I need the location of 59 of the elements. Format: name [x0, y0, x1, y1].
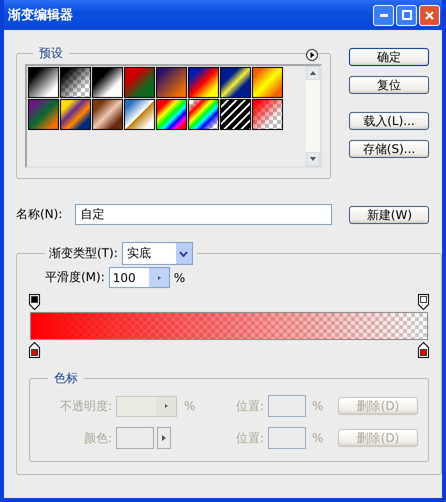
gradient-swatch[interactable]	[252, 67, 283, 98]
maximize-icon	[402, 10, 412, 20]
gradient-swatch[interactable]	[156, 67, 187, 98]
opacity-field[interactable]	[116, 396, 177, 416]
field-label: 渐变类型(T):	[49, 245, 118, 262]
scroll-bar[interactable]	[306, 66, 320, 166]
color-stop-handle[interactable]	[418, 342, 429, 358]
gradient-swatch[interactable]	[188, 67, 219, 98]
gradient-swatch[interactable]	[60, 99, 91, 130]
field-label: 名称(N):	[16, 206, 62, 223]
unit-label: %	[183, 399, 196, 413]
minimize-button[interactable]	[373, 4, 394, 26]
dialog-button[interactable]: 载入(L)...	[349, 112, 429, 130]
gradient-swatch[interactable]	[28, 99, 59, 130]
chevron-down-icon	[179, 250, 188, 256]
section-title: 预设	[38, 45, 64, 62]
gradient-swatch[interactable]	[252, 99, 283, 130]
minimize-icon	[380, 14, 388, 16]
unit-label: %	[311, 399, 324, 413]
gradient-swatch[interactable]	[188, 99, 219, 130]
color-arrow-button[interactable]	[157, 427, 171, 449]
gradient-swatch[interactable]	[124, 67, 155, 98]
field-label: 不透明度:	[58, 398, 113, 414]
smoothness-field[interactable]: 100	[108, 267, 170, 288]
close-icon	[425, 10, 434, 20]
field-label: 平滑度(M):	[45, 269, 105, 286]
position-field[interactable]	[268, 427, 306, 449]
gradient-swatch[interactable]	[60, 67, 91, 98]
dialog-button[interactable]: 存储(S)...	[349, 140, 429, 158]
scroll-up-icon	[309, 69, 317, 77]
section-title: 色标	[53, 370, 79, 387]
caret-right-icon	[162, 402, 170, 410]
scroll-down-icon	[309, 155, 317, 163]
position-field[interactable]	[268, 395, 306, 417]
color-stop-handle[interactable]	[29, 342, 40, 358]
opacity-stop-handle[interactable]	[418, 294, 429, 310]
dialog-button[interactable]: 复位	[349, 76, 429, 94]
unit-label: %	[311, 431, 324, 445]
gradient-swatch[interactable]	[156, 99, 187, 130]
field-label: 位置:	[234, 398, 265, 414]
close-button[interactable]	[419, 4, 440, 26]
field-label: 颜色:	[82, 430, 113, 446]
opacity-stop-handle[interactable]	[29, 294, 40, 310]
name-field[interactable]: 自定	[75, 204, 332, 225]
maximize-button[interactable]	[396, 4, 417, 26]
gradient-swatch[interactable]	[124, 99, 155, 130]
gradient-swatch[interactable]	[220, 67, 251, 98]
window-title: 渐变编辑器	[8, 6, 74, 24]
color-swatch[interactable]	[116, 427, 154, 449]
type-dropdown[interactable]: 实底	[122, 242, 193, 265]
field-label: 位置:	[234, 430, 265, 446]
new-button[interactable]: 新建(W)	[349, 206, 430, 224]
gradient-swatch[interactable]	[28, 67, 59, 98]
gradient-swatch[interactable]	[220, 99, 251, 130]
caret-right-icon	[160, 434, 168, 442]
gradient-swatch[interactable]	[92, 99, 123, 130]
gradient-swatch[interactable]	[92, 67, 123, 98]
dialog-button[interactable]: 确定	[349, 48, 429, 66]
unit-label: %	[174, 270, 186, 284]
